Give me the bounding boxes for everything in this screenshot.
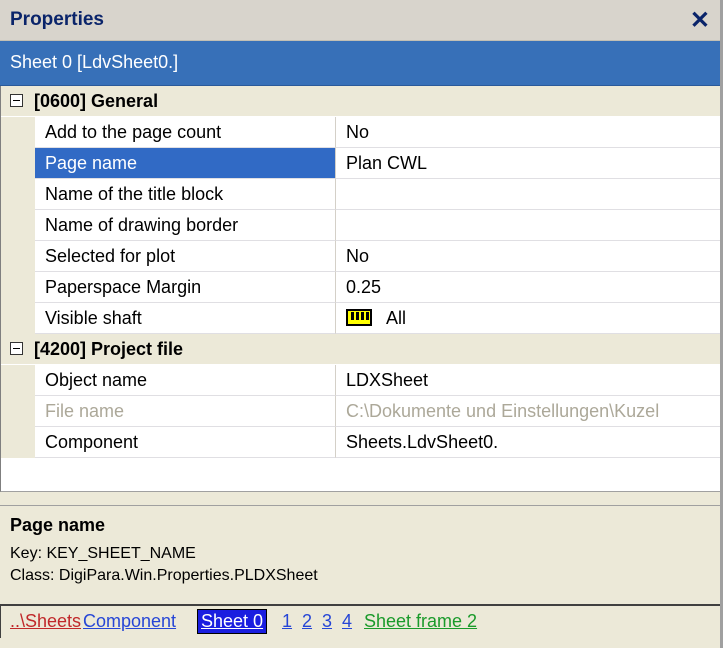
- property-value: All: [386, 308, 407, 328]
- property-row-component[interactable]: Component Sheets.LdvSheet0.: [1, 427, 720, 458]
- panel-title: Properties: [10, 9, 104, 30]
- properties-panel: Properties ✕ Sheet 0 [LdvSheet0.] [0600]…: [0, 0, 723, 648]
- category-label: [4200] Project file: [34, 339, 184, 359]
- property-row-visible-shaft[interactable]: Visible shaft All: [1, 303, 720, 334]
- category-general[interactable]: [0600] General: [1, 86, 720, 117]
- collapse-icon[interactable]: [10, 342, 23, 355]
- close-icon[interactable]: ✕: [690, 6, 710, 35]
- property-row-add-to-page-count[interactable]: Add to the page count No: [1, 117, 720, 148]
- property-value: C:\Dokumente und Einstellungen\Kuzel: [336, 396, 720, 427]
- property-value[interactable]: LDXSheet: [336, 365, 720, 396]
- panel-titlebar: Properties ✕: [0, 0, 720, 41]
- property-value[interactable]: No: [336, 117, 720, 148]
- property-name: Name of drawing border: [35, 210, 336, 241]
- property-row-page-name[interactable]: Page name Plan CWL: [1, 148, 720, 179]
- breadcrumb-sheets-link[interactable]: ..\Sheets: [10, 611, 81, 632]
- breadcrumb-sheet-frame-link[interactable]: Sheet frame 2: [364, 611, 477, 632]
- object-selector[interactable]: Sheet 0 [LdvSheet0.]: [0, 41, 720, 86]
- property-name: Page name: [35, 148, 336, 179]
- property-value-cell[interactable]: All: [336, 303, 720, 334]
- property-row-drawing-border[interactable]: Name of drawing border: [1, 210, 720, 241]
- property-row-file-name: File name C:\Dokumente und Einstellungen…: [1, 396, 720, 427]
- property-name: Paperspace Margin: [35, 272, 336, 303]
- property-name: Selected for plot: [35, 241, 336, 272]
- property-name: Visible shaft: [35, 303, 336, 334]
- property-name: File name: [35, 396, 336, 427]
- category-label: [0600] General: [34, 91, 159, 111]
- breadcrumb-page-link[interactable]: 4: [342, 611, 352, 632]
- breadcrumb-component-link[interactable]: Component: [83, 611, 176, 632]
- property-name: Add to the page count: [35, 117, 336, 148]
- property-value[interactable]: [336, 179, 720, 210]
- collapse-icon[interactable]: [10, 94, 23, 107]
- property-grid: [0600] General Add to the page count No …: [0, 86, 720, 492]
- help-title: Page name: [10, 515, 106, 535]
- property-row-title-block[interactable]: Name of the title block: [1, 179, 720, 210]
- object-selector-label: Sheet 0 [LdvSheet0.]: [10, 52, 179, 72]
- breadcrumb-current-sheet[interactable]: Sheet 0: [197, 609, 268, 634]
- property-value[interactable]: Plan CWL: [336, 148, 720, 179]
- property-row-selected-for-plot[interactable]: Selected for plot No: [1, 241, 720, 272]
- property-name: Name of the title block: [35, 179, 336, 210]
- property-value[interactable]: [336, 210, 720, 241]
- property-name: Component: [35, 427, 336, 458]
- property-value[interactable]: Sheets.LdvSheet0.: [336, 427, 720, 458]
- breadcrumb-page-link[interactable]: 2: [302, 611, 312, 632]
- breadcrumb-page-link[interactable]: 1: [282, 611, 292, 632]
- breadcrumb-page-link[interactable]: 3: [322, 611, 332, 632]
- property-value[interactable]: 0.25: [336, 272, 720, 303]
- property-row-object-name[interactable]: Object name LDXSheet: [1, 365, 720, 396]
- property-value[interactable]: No: [336, 241, 720, 272]
- help-panel: Page name Key: KEY_SHEET_NAME Class: Dig…: [0, 505, 720, 602]
- help-key: Key: KEY_SHEET_NAME: [10, 545, 196, 562]
- help-class: Class: DigiPara.Win.Properties.PLDXSheet: [10, 567, 318, 584]
- property-row-paperspace-margin[interactable]: Paperspace Margin 0.25: [1, 272, 720, 303]
- category-project-file[interactable]: [4200] Project file: [1, 334, 720, 365]
- property-name: Object name: [35, 365, 336, 396]
- shaft-icon: [346, 309, 372, 326]
- breadcrumb: ..\Sheets Component Sheet 0 1 2 3 4 Shee…: [0, 604, 720, 638]
